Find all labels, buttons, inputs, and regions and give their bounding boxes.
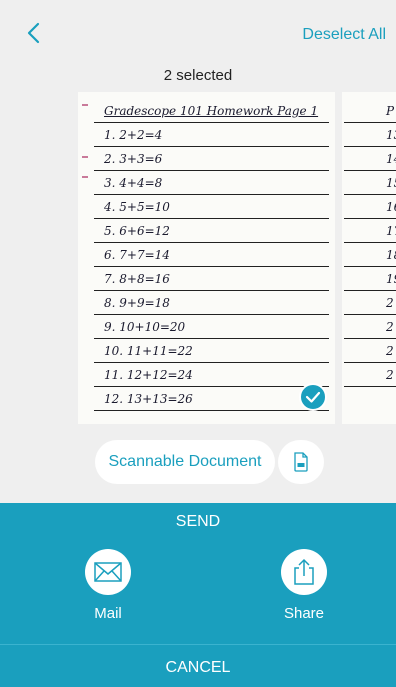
homework-line: 2. 3+3=6	[94, 146, 329, 171]
line-text: 2. 3+3=6	[104, 152, 163, 166]
divider	[0, 644, 396, 645]
scannable-document-button[interactable]: Scannable Document	[95, 440, 275, 484]
line-text: 17	[386, 224, 396, 238]
margin-mark	[82, 176, 88, 178]
chevron-left-icon	[27, 22, 40, 44]
page-title-line: Gradescope 101 Homework Page 1	[94, 98, 329, 123]
margin-mark	[82, 156, 88, 158]
cancel-button[interactable]: CANCEL	[0, 659, 396, 677]
line-text: 9. 10+10=20	[104, 320, 186, 334]
line-text: 15	[386, 176, 396, 190]
page-thumbnail-1[interactable]: Gradescope 101 Homework Page 1 1. 2+2=4 …	[78, 92, 335, 424]
envelope-icon	[94, 562, 122, 582]
homework-line: 7. 8+8=16	[94, 266, 329, 291]
line-text: 2	[386, 296, 394, 310]
line-text: 7. 8+8=16	[104, 272, 170, 286]
pdf-file-icon	[294, 452, 308, 472]
mail-action-button[interactable]: Mail	[73, 549, 143, 622]
line-text: P	[386, 104, 395, 118]
line-text: 14	[386, 152, 396, 166]
share-action-button[interactable]: Share	[269, 549, 339, 622]
line-text: 4. 5+5=10	[104, 200, 170, 214]
line-text: 19	[386, 272, 396, 286]
send-header: SEND	[175, 513, 221, 530]
homework-line: 16	[344, 194, 396, 219]
homework-line: 14	[344, 146, 396, 171]
homework-line: 1. 2+2=4	[94, 122, 329, 147]
back-button[interactable]	[24, 20, 46, 46]
homework-line: 3. 4+4=8	[94, 170, 329, 195]
selection-count: 2 selected	[163, 67, 233, 84]
line-text: 18	[386, 248, 396, 262]
homework-line: 17	[344, 218, 396, 243]
deselect-all-button[interactable]: Deselect All	[302, 26, 386, 44]
homework-line: 2	[344, 338, 396, 363]
margin-mark	[82, 104, 88, 106]
action-panel: SEND Mail Share CANCEL	[0, 503, 396, 687]
pdf-format-button[interactable]	[278, 440, 324, 484]
homework-line: 11. 12+12=24	[94, 362, 329, 387]
page-thumbnail-2[interactable]: P 13 14 15 16 17 18 19 2 2 2 2	[342, 92, 396, 424]
homework-line: 4. 5+5=10	[94, 194, 329, 219]
homework-line: 6. 7+7=14	[94, 242, 329, 267]
line-text: 12. 13+13=26	[104, 392, 193, 406]
homework-line: 12. 13+13=26	[94, 386, 329, 411]
homework-line: 19	[344, 266, 396, 291]
line-text: 11. 12+12=24	[104, 368, 193, 382]
top-bar: Deselect All	[0, 0, 396, 60]
line-text: 5. 6+6=12	[104, 224, 170, 238]
homework-line: 13	[344, 122, 396, 147]
checkmark-icon	[305, 391, 321, 403]
mail-circle	[85, 549, 131, 595]
homework-line: 18	[344, 242, 396, 267]
share-icon	[294, 558, 314, 585]
homework-line: 5. 6+6=12	[94, 218, 329, 243]
line-text: 16	[386, 200, 396, 214]
line-text: 6. 7+7=14	[104, 248, 170, 262]
line-text: 2	[386, 320, 394, 334]
homework-line: 2	[344, 290, 396, 315]
homework-line: 9. 10+10=20	[94, 314, 329, 339]
homework-line: 2	[344, 362, 396, 387]
homework-line: 10. 11+11=22	[94, 338, 329, 363]
line-text: 10. 11+11=22	[104, 344, 193, 358]
page-title-text: Gradescope 101 Homework Page 1	[104, 104, 319, 118]
line-text: 1. 2+2=4	[104, 128, 163, 142]
mail-label: Mail	[94, 605, 122, 622]
share-label: Share	[283, 605, 325, 622]
line-text: 8. 9+9=18	[104, 296, 170, 310]
selected-checkmark[interactable]	[299, 383, 327, 411]
homework-line: 8. 9+9=18	[94, 290, 329, 315]
line-text: 13	[386, 128, 396, 142]
line-text: 2	[386, 344, 394, 358]
line-text: 2	[386, 368, 394, 382]
line-text: 3. 4+4=8	[104, 176, 163, 190]
homework-line: 15	[344, 170, 396, 195]
homework-line: P	[344, 98, 396, 123]
homework-line: 2	[344, 314, 396, 339]
share-circle	[281, 549, 327, 595]
